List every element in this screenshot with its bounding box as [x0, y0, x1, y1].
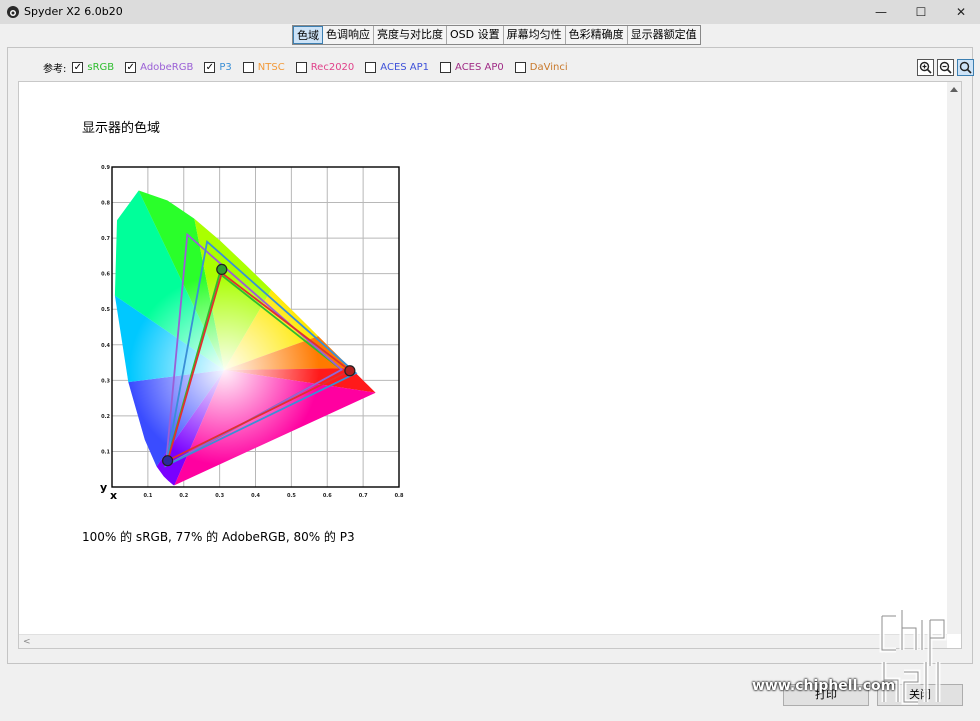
gamut-summary: 100% 的 sRGB, 77% 的 AdobeRGB, 80% 的 P3 [82, 530, 355, 544]
title-bar: Spyder X2 6.0b20 — ☐ ✕ [0, 0, 980, 24]
srgb-checkbox[interactable]: ✓ [72, 61, 84, 73]
y-tick-label: 0.7 [101, 236, 110, 242]
adobergb-checkbox[interactable]: ✓ [125, 61, 137, 73]
ntsc-checkbox[interactable] [242, 61, 254, 73]
y-tick-label: 0.8 [101, 201, 110, 207]
y-tick-label: 0.1 [101, 449, 110, 455]
p3-checkbox[interactable]: ✓ [204, 61, 216, 73]
tab-screen-uniformity[interactable]: 屏幕均匀性 [503, 26, 566, 44]
zoom-in-icon [919, 61, 932, 74]
y-tick-label: 0.9 [101, 165, 110, 171]
reference-label: 参考: [43, 63, 67, 75]
ref-adobergb-label: AdobeRGB [140, 61, 194, 73]
watermark-site: www.chiphell.com [752, 678, 896, 694]
primary-marker [344, 365, 356, 377]
zoom-in-button[interactable] [917, 59, 934, 76]
primary-marker [162, 455, 174, 467]
tab-gamut[interactable]: 色域 [293, 26, 323, 44]
ref-davinci[interactable]: DaVinci [514, 61, 568, 73]
tab-tone-response[interactable]: 色调响应 [323, 26, 374, 44]
y-tick-label: 0.5 [101, 307, 110, 313]
x-tick-label: 0.2 [179, 493, 188, 499]
y-tick-label: 0.6 [101, 272, 110, 278]
vertical-scrollbar[interactable] [947, 82, 961, 634]
ref-aces-ap1-label: ACES AP1 [380, 61, 430, 73]
ref-ntsc-label: NTSC [257, 61, 285, 73]
tab-display-rating[interactable]: 显示器额定值 [627, 26, 700, 44]
ref-p3-label: P3 [219, 61, 232, 73]
scroll-up-icon[interactable] [950, 87, 958, 92]
ref-srgb[interactable]: ✓ sRGB [72, 61, 115, 73]
window-title: Spyder X2 6.0b20 [24, 5, 123, 18]
ref-aces-ap1[interactable]: ACES AP1 [365, 61, 430, 73]
ref-srgb-label: sRGB [87, 61, 115, 73]
x-tick-label: 0.3 [215, 493, 224, 499]
tab-osd-settings[interactable]: OSD 设置 [447, 26, 504, 44]
ref-rec2020[interactable]: Rec2020 [295, 61, 355, 73]
tab-color-accuracy[interactable]: 色彩精确度 [565, 26, 628, 44]
ref-aces-ap0-label: ACES AP0 [455, 61, 504, 73]
zoom-fit-icon [959, 61, 972, 74]
primary-marker [216, 263, 228, 276]
x-tick-label: 0.6 [323, 493, 332, 499]
zoom-fit-button[interactable] [957, 59, 974, 76]
cie-gamut-chart: 0.1 0.2 0.3 0.4 0.5 0.6 0.7 0.8 0.1 0.2 0.3 0.4 0.5 0… [100, 165, 404, 502]
y-axis-label: y [100, 481, 107, 494]
y-tick-label: 0.3 [101, 378, 110, 384]
zoom-out-button[interactable] [937, 59, 954, 76]
x-tick-label: 0.1 [143, 493, 152, 499]
ref-rec2020-label: Rec2020 [310, 61, 355, 73]
x-tick-label: 0.8 [395, 493, 404, 499]
x-tick-label: 0.4 [251, 493, 260, 499]
report-tabs: 色域 色调响应 亮度与对比度 OSD 设置 屏幕均匀性 色彩精确度 显示器额定值 [292, 25, 701, 45]
spyder-app-icon [7, 6, 19, 18]
reference-row: 参考: ✓ sRGB ✓ AdobeRGB ✓ P3 NTSC Rec2020 ACE… [43, 59, 579, 75]
close-window-button[interactable]: ✕ [938, 0, 980, 24]
aces-ap0-checkbox[interactable] [440, 61, 452, 73]
rec2020-checkbox[interactable] [295, 61, 307, 73]
ref-ntsc[interactable]: NTSC [242, 61, 285, 73]
ref-p3[interactable]: ✓ P3 [204, 61, 232, 73]
ref-adobergb[interactable]: ✓ AdobeRGB [125, 61, 194, 73]
zoom-out-icon [939, 61, 952, 74]
tab-brightness-contrast[interactable]: 亮度与对比度 [374, 26, 447, 44]
y-tick-label: 0.4 [101, 343, 110, 349]
x-tick-label: 0.7 [359, 493, 368, 499]
ref-aces-ap0[interactable]: ACES AP0 [440, 61, 504, 73]
aces-ap1-checkbox[interactable] [365, 61, 377, 73]
ref-davinci-label: DaVinci [529, 61, 568, 73]
x-tick-label: 0.5 [287, 493, 296, 499]
horizontal-scrollbar[interactable]: < [19, 634, 947, 648]
scroll-left-icon[interactable]: < [23, 637, 31, 647]
page-title: 显示器的色域 [82, 121, 161, 136]
x-axis-label: x [110, 489, 117, 502]
y-tick-label: 0.2 [101, 414, 110, 420]
davinci-checkbox[interactable] [514, 61, 526, 73]
